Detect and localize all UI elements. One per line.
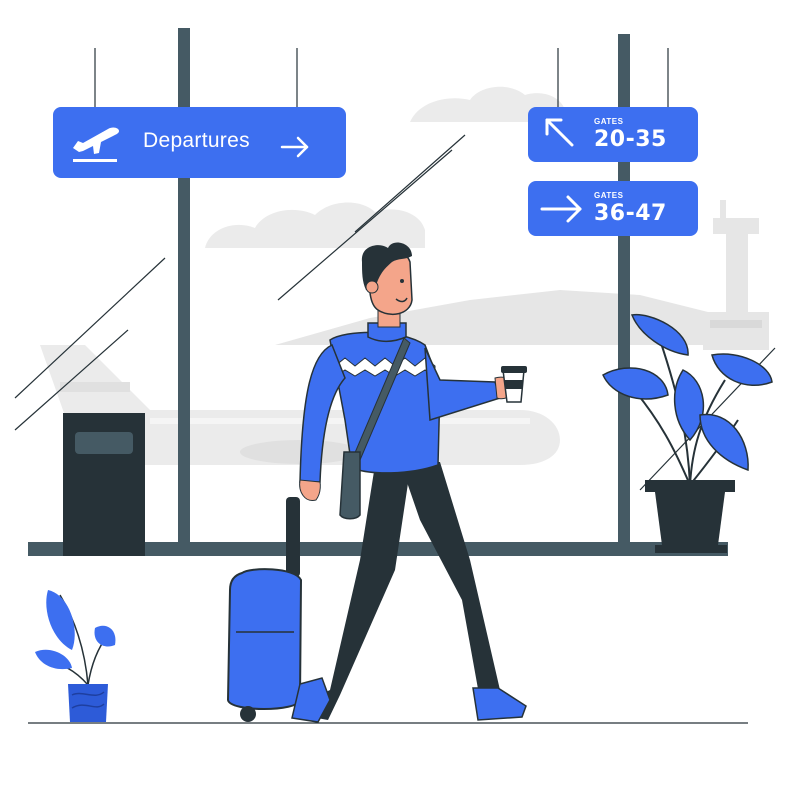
gates-label: GATES [594, 191, 624, 200]
tower-window [710, 320, 762, 328]
small-plant [35, 590, 116, 722]
departures-sign: Departures [53, 107, 346, 178]
gates-range: 36-47 [594, 201, 667, 226]
gates-sign-20-35: GATES 20-35 [528, 107, 698, 162]
gates-sign-36-47: GATES 36-47 [528, 181, 698, 236]
arrow-right-icon [540, 195, 582, 223]
plane-takeoff-icon [73, 127, 119, 162]
arrow-up-left-icon [545, 118, 574, 147]
trash-bin [63, 413, 145, 556]
arrow-right-icon [280, 136, 309, 158]
departures-label: Departures [143, 129, 250, 152]
gates-range: 20-35 [594, 127, 667, 152]
suitcase [226, 497, 303, 722]
gates-label: GATES [594, 117, 624, 126]
